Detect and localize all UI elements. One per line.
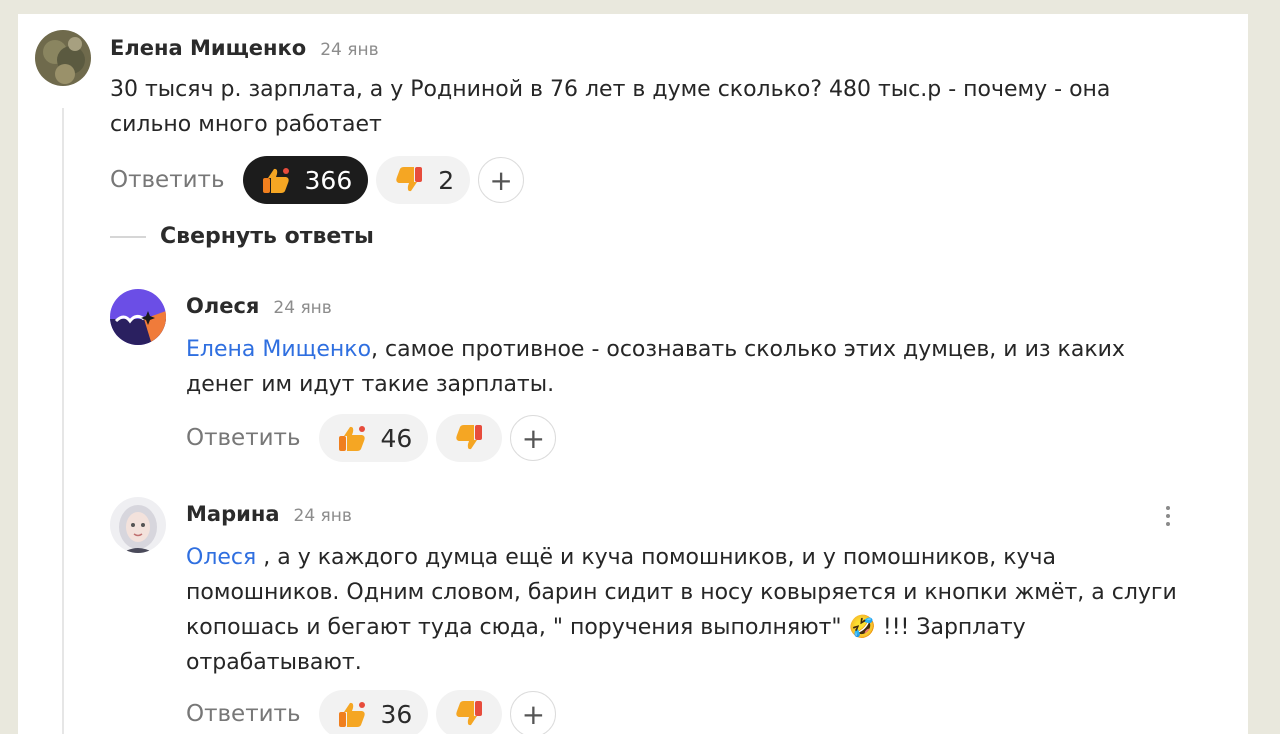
collapse-replies[interactable]: Свернуть ответы bbox=[110, 224, 374, 249]
comment-date: 24 янв bbox=[293, 506, 352, 526]
plus-icon: + bbox=[521, 697, 546, 731]
comment-text: 30 тысяч р. зарплата, а у Родниной в 76 … bbox=[110, 77, 1111, 137]
reply-button[interactable]: Ответить bbox=[186, 701, 301, 727]
divider bbox=[110, 235, 146, 238]
comment-text: , а у каждого думца ещё и куча помошнико… bbox=[186, 545, 1177, 675]
thread-line bbox=[62, 108, 64, 734]
mention-link[interactable]: Олеся bbox=[186, 545, 256, 570]
thumbs-down-icon bbox=[396, 167, 423, 192]
like-count: 366 bbox=[304, 165, 353, 195]
author-name[interactable]: Марина bbox=[186, 502, 280, 526]
comment-text-block: Елена Мищенко, самое противное - осознав… bbox=[186, 332, 1176, 402]
thumbs-down-icon bbox=[456, 425, 483, 450]
dislike-count: 2 bbox=[438, 165, 455, 195]
add-reaction-button[interactable]: + bbox=[510, 691, 557, 734]
dislike-button[interactable] bbox=[436, 690, 503, 734]
like-button[interactable]: 366 bbox=[242, 156, 369, 204]
like-count: 46 bbox=[380, 423, 413, 453]
more-options-icon[interactable] bbox=[1160, 502, 1176, 532]
collapse-replies-label[interactable]: Свернуть ответы bbox=[160, 224, 374, 249]
thumbs-up-icon bbox=[338, 426, 365, 451]
avatar[interactable] bbox=[35, 30, 91, 86]
comments-panel: Елена Мищенко 24 янв 30 тысяч р. зарплат… bbox=[18, 14, 1248, 734]
comment-text-block: Олеся , а у каждого думца ещё и куча пом… bbox=[186, 540, 1186, 680]
add-reaction-button[interactable]: + bbox=[478, 157, 525, 203]
mention-link[interactable]: Елена Мищенко bbox=[186, 337, 371, 362]
plus-icon: + bbox=[489, 163, 513, 197]
like-button[interactable]: 46 bbox=[318, 414, 429, 462]
author-name[interactable]: Елена Мищенко bbox=[110, 36, 306, 60]
avatar[interactable] bbox=[110, 289, 166, 345]
comment-date: 24 янв bbox=[273, 298, 332, 318]
like-count: 36 bbox=[380, 699, 413, 729]
avatar[interactable] bbox=[110, 497, 166, 553]
reply-button[interactable]: Ответить bbox=[110, 167, 225, 193]
author-name[interactable]: Олеся bbox=[186, 294, 259, 318]
dislike-button[interactable] bbox=[436, 414, 503, 462]
like-button[interactable]: 36 bbox=[318, 690, 429, 734]
reply-button[interactable]: Ответить bbox=[186, 425, 301, 451]
thumbs-up-icon bbox=[262, 168, 289, 193]
comment-date: 24 янв bbox=[320, 40, 379, 60]
thumbs-up-icon bbox=[338, 702, 365, 727]
plus-icon: + bbox=[521, 421, 546, 455]
thumbs-down-icon bbox=[456, 701, 483, 726]
add-reaction-button[interactable]: + bbox=[510, 415, 557, 461]
dislike-button[interactable]: 2 bbox=[376, 156, 471, 204]
